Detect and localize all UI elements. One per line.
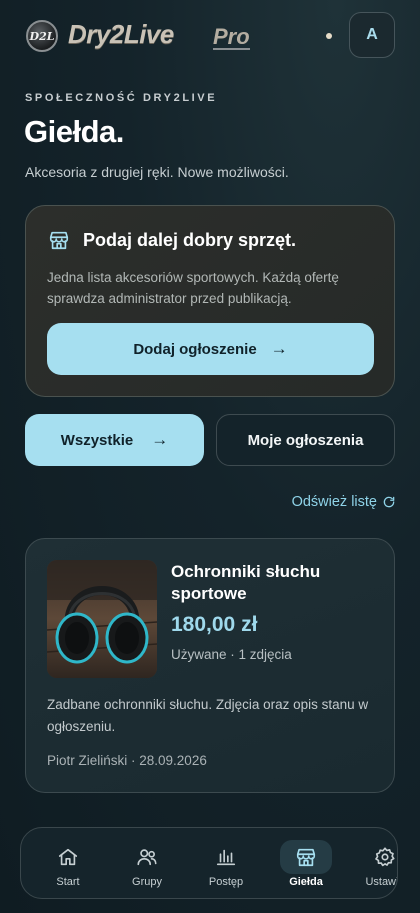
- listing-card[interactable]: Ochronniki słuchu sportowe 180,00 zł Uży…: [25, 538, 395, 793]
- page-subtitle: Akcesoria z drugiej ręki. Nowe możliwośc…: [25, 164, 289, 180]
- listing-price: 180,00 zł: [171, 613, 258, 636]
- nav-item-market[interactable]: Giełda: [276, 828, 336, 898]
- promo-description: Jedna lista akcesoriów sportowych. Każdą…: [47, 270, 339, 306]
- listing-title: Ochronniki słuchu sportowe: [171, 562, 321, 603]
- page-title: Giełda.: [24, 114, 124, 149]
- filter-mine-label: Moje ogłoszenia: [247, 431, 364, 449]
- refresh-label: Odśwież listę: [291, 494, 377, 510]
- refresh-list-link[interactable]: Odśwież listę: [292, 494, 396, 510]
- nav-item-settings[interactable]: Ustawie: [355, 828, 397, 898]
- listing-author-date: Piotr Zieliński · 28.09.2026: [47, 753, 207, 768]
- nav-item-groups[interactable]: Grupy: [117, 828, 177, 898]
- logo-badge: D2L: [26, 20, 58, 52]
- earmuffs-photo: [47, 560, 157, 678]
- listing-photo: [47, 560, 157, 678]
- listing-description: Zadbane ochronniki słuchu. Zdjęcia oraz …: [47, 697, 369, 734]
- promo-title: Podaj dalej dobry sprzęt.: [83, 230, 297, 250]
- promo-card: Podaj dalej dobry sprzęt. Jedna lista ak…: [25, 205, 395, 397]
- bar-chart-icon: [216, 849, 236, 866]
- app-header: D2L Dry2Live Pro A: [0, 12, 420, 60]
- filter-all-label: Wszystkie: [60, 431, 134, 449]
- filter-mine-button[interactable]: Moje ogłoszenia: [216, 414, 395, 466]
- nav-label: Grupy: [132, 876, 162, 888]
- nav-item-start[interactable]: Start: [38, 828, 98, 898]
- home-icon: [58, 848, 78, 866]
- store-icon: [49, 231, 69, 250]
- arrow-right-icon: →: [151, 430, 169, 449]
- filter-all-button[interactable]: Wszystkie →: [25, 414, 204, 466]
- nav-item-progress[interactable]: Postęp: [196, 828, 256, 898]
- add-listing-button[interactable]: Dodaj ogłoszenie →: [47, 323, 374, 375]
- nav-label: Giełda: [289, 876, 323, 888]
- refresh-icon: [383, 496, 395, 508]
- store-icon: [296, 848, 316, 867]
- status-dot: [326, 33, 332, 39]
- nav-label: Start: [56, 876, 80, 888]
- bottom-nav: Start Grupy Postęp Giełda Ustawie: [20, 827, 398, 899]
- arrow-right-icon: →: [270, 339, 288, 358]
- logo-wordmark: Dry2Live: [68, 19, 174, 49]
- users-icon: [137, 849, 157, 866]
- nav-label: Ustawie: [365, 876, 397, 888]
- settings-icon: [375, 847, 395, 867]
- add-listing-label: Dodaj ogłoszenie: [133, 340, 257, 358]
- nav-label: Postęp: [208, 876, 244, 888]
- page-eyebrow: SPOŁECZNOŚĆ DRY2LIVE: [25, 92, 218, 104]
- listing-meta: Używane · 1 zdjęcia: [171, 647, 292, 662]
- avatar-button[interactable]: A: [349, 12, 395, 58]
- logo-pro-label: Pro: [213, 24, 250, 50]
